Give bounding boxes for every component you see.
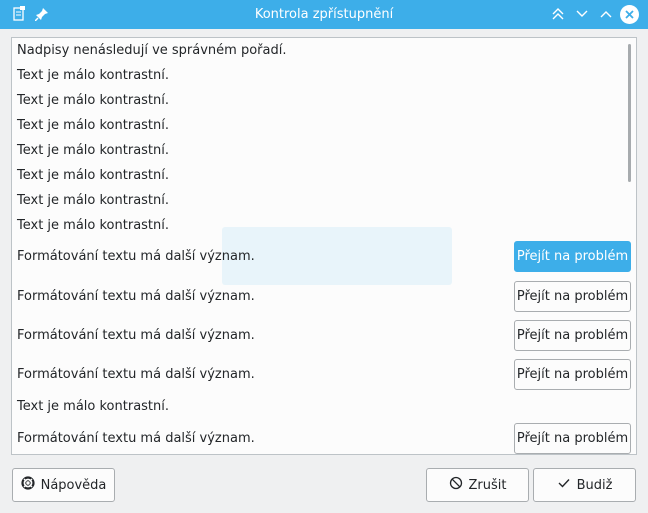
help-button[interactable]: Nápověda	[12, 468, 115, 502]
cancel-icon	[449, 476, 463, 494]
issue-text: Text je málo kontrastní.	[17, 93, 170, 108]
issue-text: Formátování textu má další význam.	[17, 431, 255, 446]
close-icon[interactable]	[620, 5, 639, 24]
goto-problem-button[interactable]: Přejít na problém	[514, 281, 631, 312]
keep-below-icon[interactable]	[573, 5, 591, 23]
issue-text: Text je málo kontrastní.	[17, 399, 170, 414]
issue-text: Formátování textu má další význam.	[17, 328, 255, 343]
goto-problem-button[interactable]: Přejít na problém	[514, 359, 631, 390]
ok-label: Budiž	[576, 477, 613, 493]
issue-text: Text je málo kontrastní.	[17, 68, 170, 83]
issue-text: Text je málo kontrastní.	[17, 143, 170, 158]
issue-text: Formátování textu má další význam.	[17, 289, 255, 304]
issue-text: Formátování textu má další význam.	[17, 367, 255, 382]
issue-text: Text je málo kontrastní.	[17, 168, 170, 183]
issue-text: Formátování textu má další význam.	[17, 249, 255, 264]
issue-text: Text je málo kontrastní.	[17, 193, 170, 208]
drag-ghost	[222, 227, 452, 285]
help-label: Nápověda	[40, 477, 107, 493]
checkmark-icon	[557, 476, 571, 494]
title-bar[interactable]: Kontrola zpřístupnění	[0, 0, 648, 29]
issue-text: Nadpisy nenásledují ve správném pořadí.	[17, 43, 287, 58]
lifebuoy-icon	[20, 476, 35, 494]
scrollbar-thumb[interactable]	[628, 44, 631, 182]
goto-problem-button[interactable]: Přejít na problém	[514, 423, 631, 454]
issue-text: Text je málo kontrastní.	[17, 218, 170, 233]
cancel-label: Zrušit	[468, 477, 507, 493]
maximize-icon[interactable]	[597, 5, 615, 23]
keep-above-icon[interactable]	[549, 5, 567, 23]
cancel-button[interactable]: Zrušit	[426, 468, 529, 502]
ok-button[interactable]: Budiž	[533, 468, 636, 502]
issue-text: Text je málo kontrastní.	[17, 118, 170, 133]
goto-problem-button[interactable]: Přejít na problém	[514, 320, 631, 351]
issues-list[interactable]: Nadpisy nenásledují ve správném pořadí. …	[11, 37, 637, 455]
goto-problem-button[interactable]: Přejít na problém	[514, 241, 631, 272]
